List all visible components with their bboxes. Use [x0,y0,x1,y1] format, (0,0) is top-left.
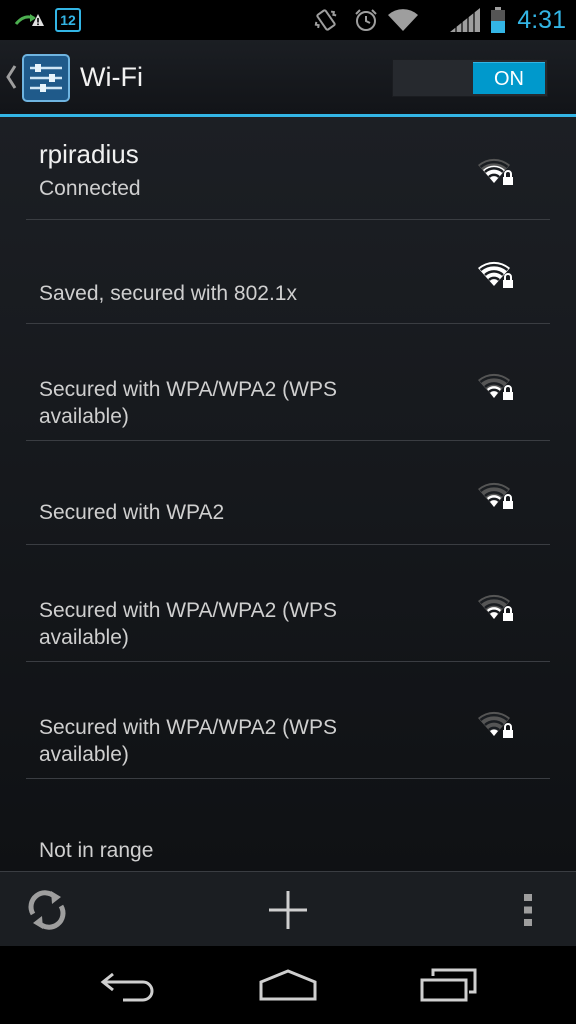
network-item[interactable]: Secured with WPA2 [26,441,550,545]
wifi-signal-lock-icon [476,370,516,402]
home-icon [259,969,317,1001]
network-summary: Secured with WPA2 [39,501,225,524]
action-bar: Wi-Fi ON [0,40,576,117]
wifi-signal-lock-icon [476,258,516,290]
recents-icon [420,968,477,1002]
navigation-bar [0,946,576,1024]
network-list[interactable]: rpiradius Connected Saved, secured with … [0,117,576,871]
network-item[interactable]: Secured with WPA/WPA2 (WPS available) [26,662,550,779]
overflow-menu-button[interactable] [508,872,548,947]
calendar-icon: 12 [54,0,82,40]
back-icon [100,972,154,1002]
warning-icon [30,0,46,40]
network-summary: Secured with WPA/WPA2 (WPS available) [39,716,337,766]
calendar-day: 12 [55,8,81,32]
up-navigation-icon[interactable] [4,62,18,92]
page-title: Wi-Fi [80,62,143,92]
scan-button[interactable] [14,872,80,947]
status-bar: 12 4:31 [0,0,576,40]
wifi-signal-lock-icon [476,155,516,187]
network-item[interactable]: Not in range [26,779,550,871]
vibrate-icon [312,0,340,40]
wifi-icon [386,0,420,40]
wifi-signal-lock-icon [476,708,516,740]
scan-icon [28,889,66,930]
network-ssid: rpiradius [39,139,139,169]
back-button[interactable] [68,946,188,1024]
settings-app-icon[interactable] [22,54,70,102]
overflow-menu-icon [524,893,532,926]
network-summary: Not in range [39,839,154,862]
add-network-button[interactable] [252,872,324,947]
network-summary: Secured with WPA/WPA2 (WPS available) [39,378,337,428]
alarm-icon [352,0,380,40]
battery-icon [488,0,508,40]
network-summary: Secured with WPA/WPA2 (WPS available) [39,599,337,649]
wifi-signal-lock-icon [476,591,516,623]
home-button[interactable] [228,946,348,1024]
network-item[interactable]: Saved, secured with 802.1x [26,220,550,324]
wifi-toggle[interactable]: ON [392,59,548,97]
network-summary: Saved, secured with 802.1x [39,282,297,305]
wifi-signal-lock-icon [476,479,516,511]
network-item[interactable]: rpiradius Connected [26,117,550,220]
network-item[interactable]: Secured with WPA/WPA2 (WPS available) [26,324,550,441]
wifi-toggle-thumb[interactable]: ON [473,62,545,94]
recents-button[interactable] [388,946,508,1024]
network-summary: Connected [39,177,141,200]
network-item[interactable]: Secured with WPA/WPA2 (WPS available) [26,545,550,662]
cell-signal-icon [446,0,484,40]
add-network-icon [269,890,307,929]
bottom-action-bar [0,871,576,946]
clock: 4:31 [517,6,566,34]
